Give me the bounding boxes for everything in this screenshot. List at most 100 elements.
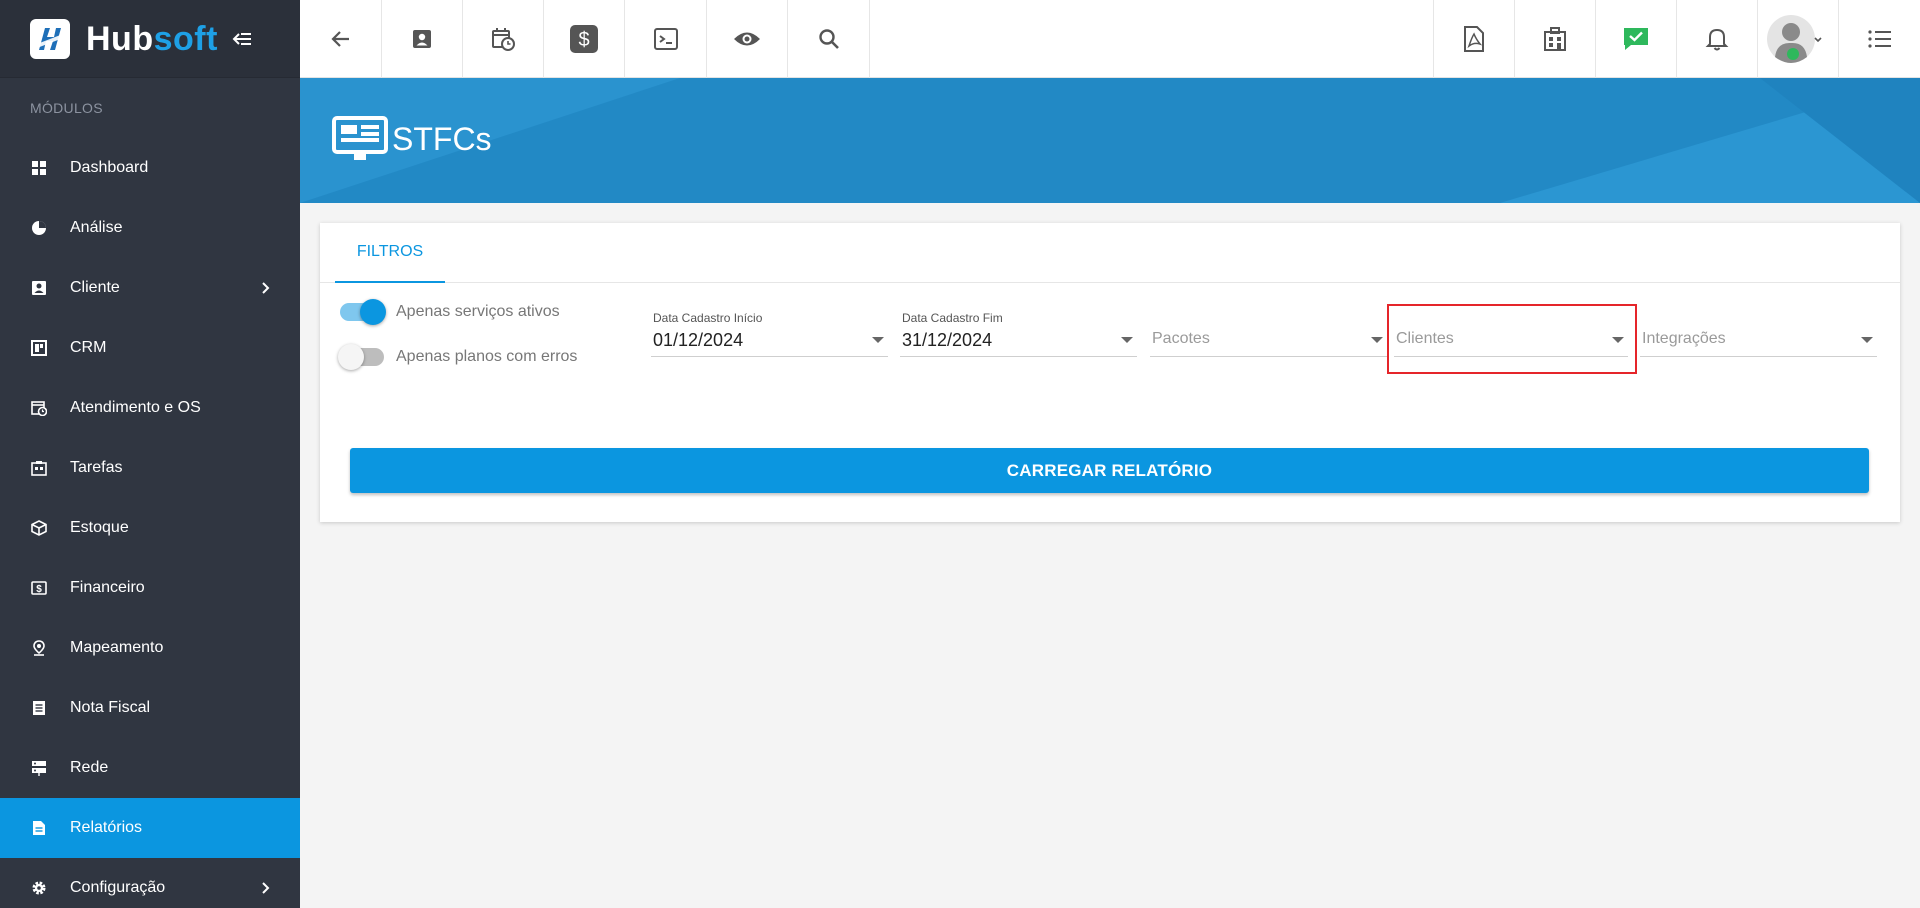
main-menu-button[interactable]: [1838, 0, 1920, 78]
page-header-banner: STFCs: [300, 78, 1920, 203]
active-services-toggle[interactable]: [340, 299, 386, 325]
hubsoft-logo-text: Hubsoft: [86, 19, 218, 58]
svg-text:$: $: [36, 584, 42, 595]
chevron-right-icon: [262, 882, 270, 894]
load-report-button[interactable]: CARREGAR RELATÓRIO: [350, 448, 1869, 493]
svg-text:$: $: [578, 29, 589, 51]
sidebar-item-label: Configuração: [70, 879, 166, 896]
sidebar-item-label: Nota Fiscal: [70, 699, 151, 716]
sidebar-item-cliente[interactable]: Cliente: [0, 258, 300, 318]
crm-icon: [30, 339, 48, 357]
date-start-field[interactable]: Data Cadastro Início 01/12/2024: [651, 309, 888, 357]
page-title: STFCs: [392, 120, 492, 157]
back-button[interactable]: [300, 0, 382, 78]
dropdown-caret-icon: [1121, 337, 1133, 343]
integrations-select[interactable]: Integrações: [1640, 309, 1877, 357]
sidebar-item-tarefas[interactable]: Tarefas: [0, 438, 300, 498]
sidebar-item-atendimento[interactable]: Atendimento e OS: [0, 378, 300, 438]
date-end-field[interactable]: Data Cadastro Fim 31/12/2024: [900, 309, 1137, 357]
gear-icon: [30, 879, 48, 897]
finance-button[interactable]: $: [544, 0, 625, 78]
sidebar-item-relatorios[interactable]: Relatórios: [0, 798, 300, 858]
chevron-right-icon: [262, 282, 270, 294]
modules-section-title: MÓDULOS: [30, 100, 103, 116]
sidebar-item-estoque[interactable]: Estoque: [0, 498, 300, 558]
messages-button[interactable]: [1595, 0, 1676, 78]
sidebar-item-label: Mapeamento: [70, 639, 164, 656]
sidebar-item-financeiro[interactable]: $ Financeiro: [0, 558, 300, 618]
sidebar-item-label: Rede: [70, 759, 109, 776]
sidebar-item-label: CRM: [70, 339, 107, 356]
packages-select[interactable]: Pacotes: [1150, 309, 1387, 357]
field-value: 01/12/2024: [653, 330, 744, 350]
hubsoft-logo-icon[interactable]: [30, 18, 70, 59]
map-pin-icon: [30, 639, 48, 657]
toggle-plans-errors-row[interactable]: Apenas planos com erros: [338, 343, 578, 371]
pdf-button[interactable]: [1433, 0, 1514, 78]
dashboard-icon: [30, 159, 48, 177]
filters-card: FILTROS Apenas serviços ativos Apenas pl…: [320, 223, 1900, 522]
company-button[interactable]: [1514, 0, 1595, 78]
banner-decoration: [1760, 78, 1920, 203]
clients-highlight-box: [1387, 304, 1637, 374]
view-button[interactable]: [707, 0, 788, 78]
field-value: 31/12/2024: [902, 330, 993, 350]
sidebar: Hubsoft MÓDULOS Dashboard Análise Client…: [0, 0, 300, 908]
collapse-sidebar-icon[interactable]: [230, 27, 254, 51]
schedule-button[interactable]: [463, 0, 544, 78]
eye-icon: [734, 32, 760, 46]
field-label: Data Cadastro Fim: [902, 311, 1003, 325]
contact-button[interactable]: [382, 0, 463, 78]
sidebar-item-analise[interactable]: Análise: [0, 198, 300, 258]
field-placeholder: Pacotes: [1152, 330, 1210, 347]
plans-errors-toggle[interactable]: [338, 344, 384, 370]
user-menu-button[interactable]: [1757, 0, 1838, 78]
chat-check-icon: [1624, 28, 1648, 50]
dollar-icon: $: [570, 25, 598, 53]
tasks-icon: [30, 459, 48, 477]
tab-bar: FILTROS: [320, 223, 1900, 283]
sidebar-item-rede[interactable]: Rede: [0, 738, 300, 798]
sidebar-item-mapeamento[interactable]: Mapeamento: [0, 618, 300, 678]
sidebar-item-configuracao[interactable]: Configuração: [0, 858, 300, 908]
sidebar-item-nota-fiscal[interactable]: Nota Fiscal: [0, 678, 300, 738]
contact-card-icon: [30, 279, 48, 297]
sidebar-item-crm[interactable]: CRM: [0, 318, 300, 378]
topbar: $: [300, 0, 1920, 78]
field-placeholder: Integrações: [1642, 330, 1726, 347]
sidebar-item-label: Relatórios: [70, 819, 143, 836]
pie-chart-icon: [30, 219, 48, 237]
sidebar-item-label: Tarefas: [70, 459, 123, 476]
money-icon: $: [30, 579, 48, 597]
calendar-clock-icon: [492, 28, 515, 51]
sidebar-item-label: Dashboard: [70, 159, 149, 176]
sidebar-item-dashboard[interactable]: Dashboard: [0, 138, 300, 198]
sidebar-item-label: Estoque: [70, 519, 129, 536]
server-icon: [30, 759, 48, 777]
report-icon: [30, 819, 48, 837]
dropdown-caret-icon: [872, 337, 884, 343]
building-icon: [1544, 27, 1566, 51]
dropdown-caret-icon: [1861, 337, 1873, 343]
back-arrow-icon: [330, 31, 349, 47]
search-button[interactable]: [788, 0, 870, 78]
toggle-label: Apenas serviços ativos: [396, 303, 560, 320]
brand-bar: Hubsoft: [0, 0, 300, 78]
sidebar-item-label: Análise: [70, 219, 123, 236]
contact-icon: [413, 30, 431, 48]
report-monitor-icon: [332, 116, 388, 160]
toggle-label: Apenas planos com erros: [396, 348, 578, 365]
avatar: [1767, 15, 1822, 63]
search-icon: [818, 29, 839, 49]
terminal-icon: [653, 28, 678, 50]
page-title-wrap: STFCs: [332, 116, 492, 162]
field-label: Data Cadastro Início: [653, 311, 763, 325]
box-icon: [30, 519, 48, 537]
notifications-button[interactable]: [1676, 0, 1757, 78]
toggle-active-services-row[interactable]: Apenas serviços ativos: [340, 298, 560, 326]
terminal-button[interactable]: [625, 0, 707, 78]
tab-filtros[interactable]: FILTROS: [335, 223, 445, 283]
bell-icon: [1705, 28, 1729, 51]
invoice-icon: [30, 699, 48, 717]
dropdown-caret-icon: [1371, 337, 1383, 343]
